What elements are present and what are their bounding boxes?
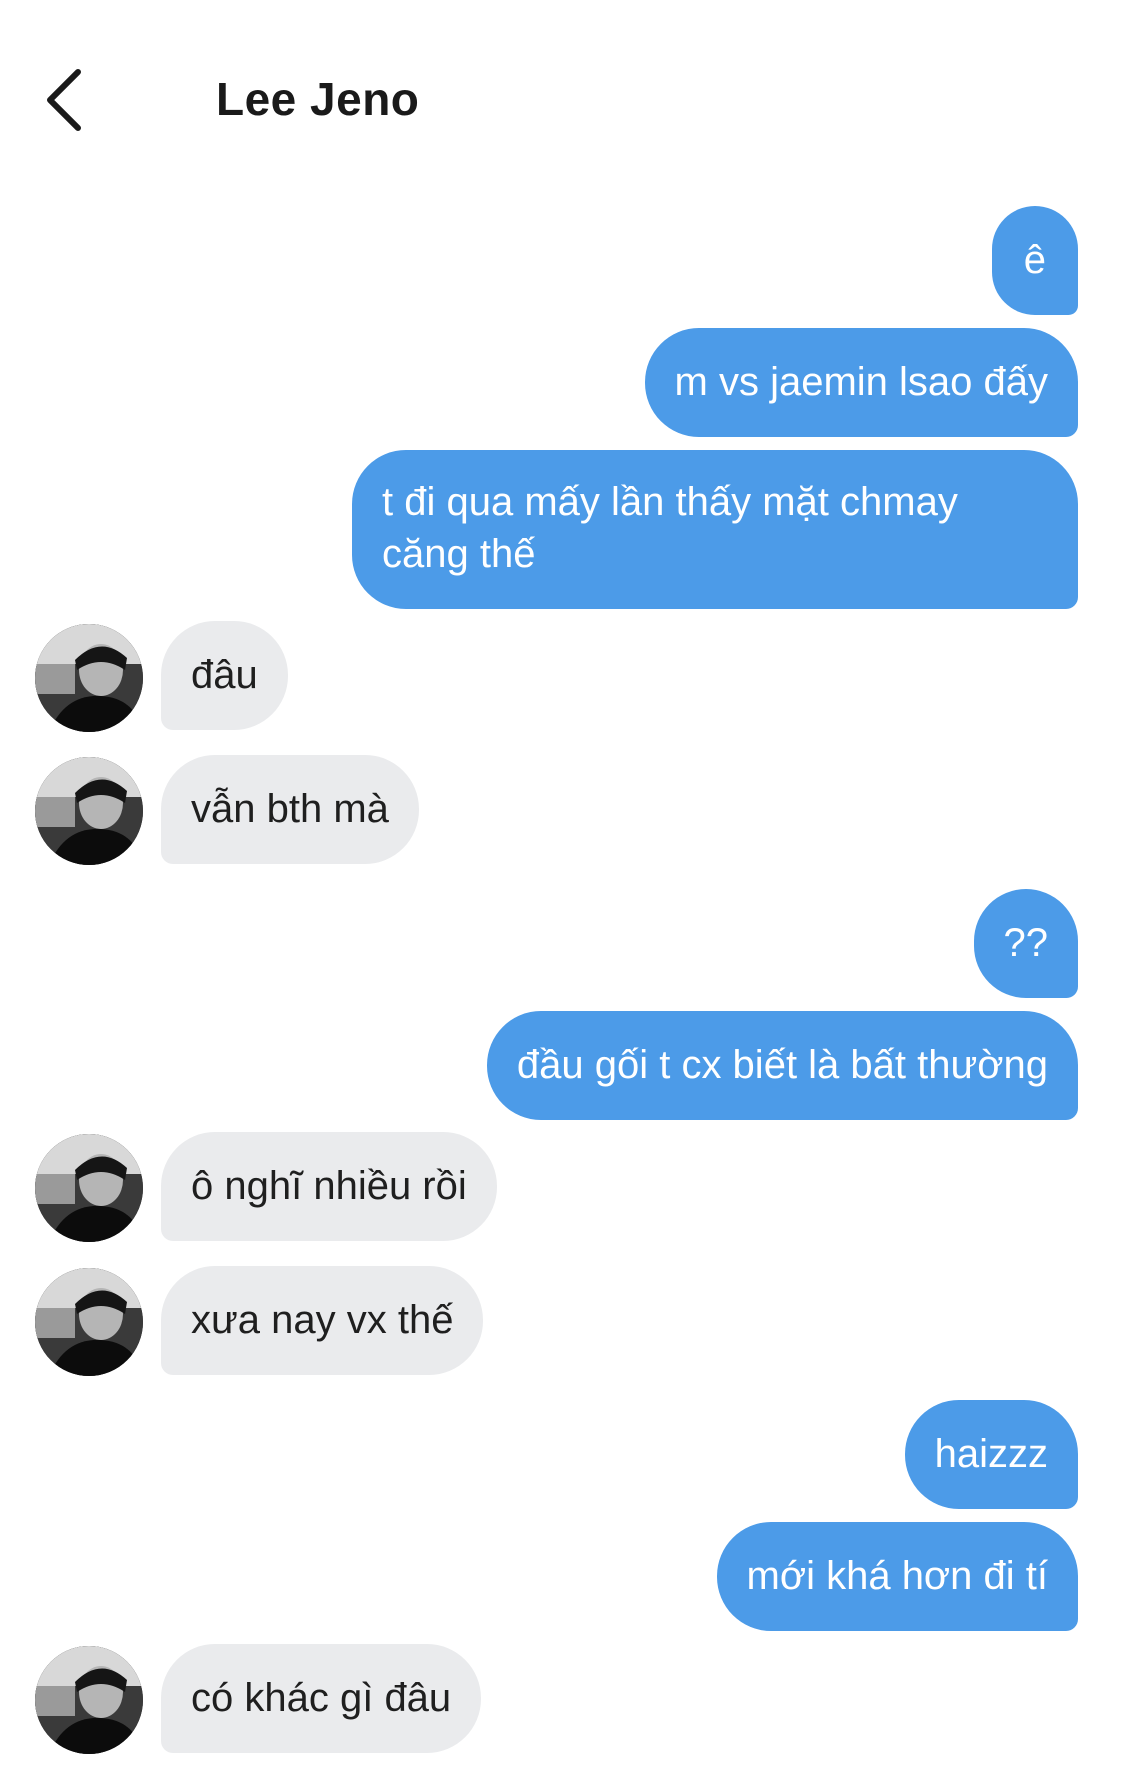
received-message[interactable]: xưa nay vx thế [161, 1266, 484, 1375]
profile-photo-icon [35, 1268, 143, 1376]
message-text: ô nghĩ nhiều rồi [191, 1164, 467, 1208]
received-message[interactable]: có khác gì đâu [161, 1644, 482, 1753]
sent-message[interactable]: t đi qua mấy lần thấy mặt chmay căng thế [352, 450, 1078, 609]
sent-message[interactable]: ?? [973, 889, 1078, 998]
profile-photo-icon [35, 757, 143, 865]
message-text: mới khá hơn đi tí [746, 1554, 1048, 1598]
message-text: vẫn bth mà [191, 787, 389, 831]
message-text: haizzz [934, 1432, 1048, 1476]
contact-name: Lee Jeno [216, 73, 420, 125]
received-message[interactable]: vẫn bth mà [161, 755, 419, 864]
chevron-left-icon [47, 69, 81, 131]
avatar[interactable] [35, 1268, 143, 1376]
message-text: ?? [1003, 921, 1049, 965]
profile-photo-icon [35, 1134, 143, 1242]
message-text: t đi qua mấy lần thấy mặt chmay căng thế [382, 480, 958, 576]
message-text: có khác gì đâu [191, 1676, 452, 1720]
message-text: ê [1023, 238, 1046, 282]
profile-photo-icon [35, 624, 143, 732]
message-text: m vs jaemin lsao đấy [674, 360, 1048, 404]
message-text: xưa nay vx thế [191, 1298, 454, 1342]
sent-message[interactable]: mới khá hơn đi tí [716, 1522, 1078, 1631]
avatar[interactable] [35, 1646, 143, 1754]
sent-message[interactable]: đầu gối t cx biết là bất thường [486, 1011, 1078, 1120]
profile-photo-icon [35, 1646, 143, 1754]
sent-message[interactable]: m vs jaemin lsao đấy [644, 328, 1078, 437]
sent-message[interactable]: haizzz [904, 1400, 1078, 1509]
avatar[interactable] [35, 757, 143, 865]
avatar[interactable] [35, 1134, 143, 1242]
message-text: đâu [191, 653, 258, 697]
avatar[interactable] [35, 624, 143, 732]
sent-message[interactable]: ê [991, 206, 1078, 315]
message-text: đầu gối t cx biết là bất thường [516, 1043, 1048, 1087]
received-message[interactable]: đâu [161, 621, 288, 730]
received-message[interactable]: ô nghĩ nhiều rồi [161, 1132, 497, 1241]
chat-header: Lee Jeno [0, 0, 1125, 180]
back-button[interactable] [40, 66, 90, 134]
